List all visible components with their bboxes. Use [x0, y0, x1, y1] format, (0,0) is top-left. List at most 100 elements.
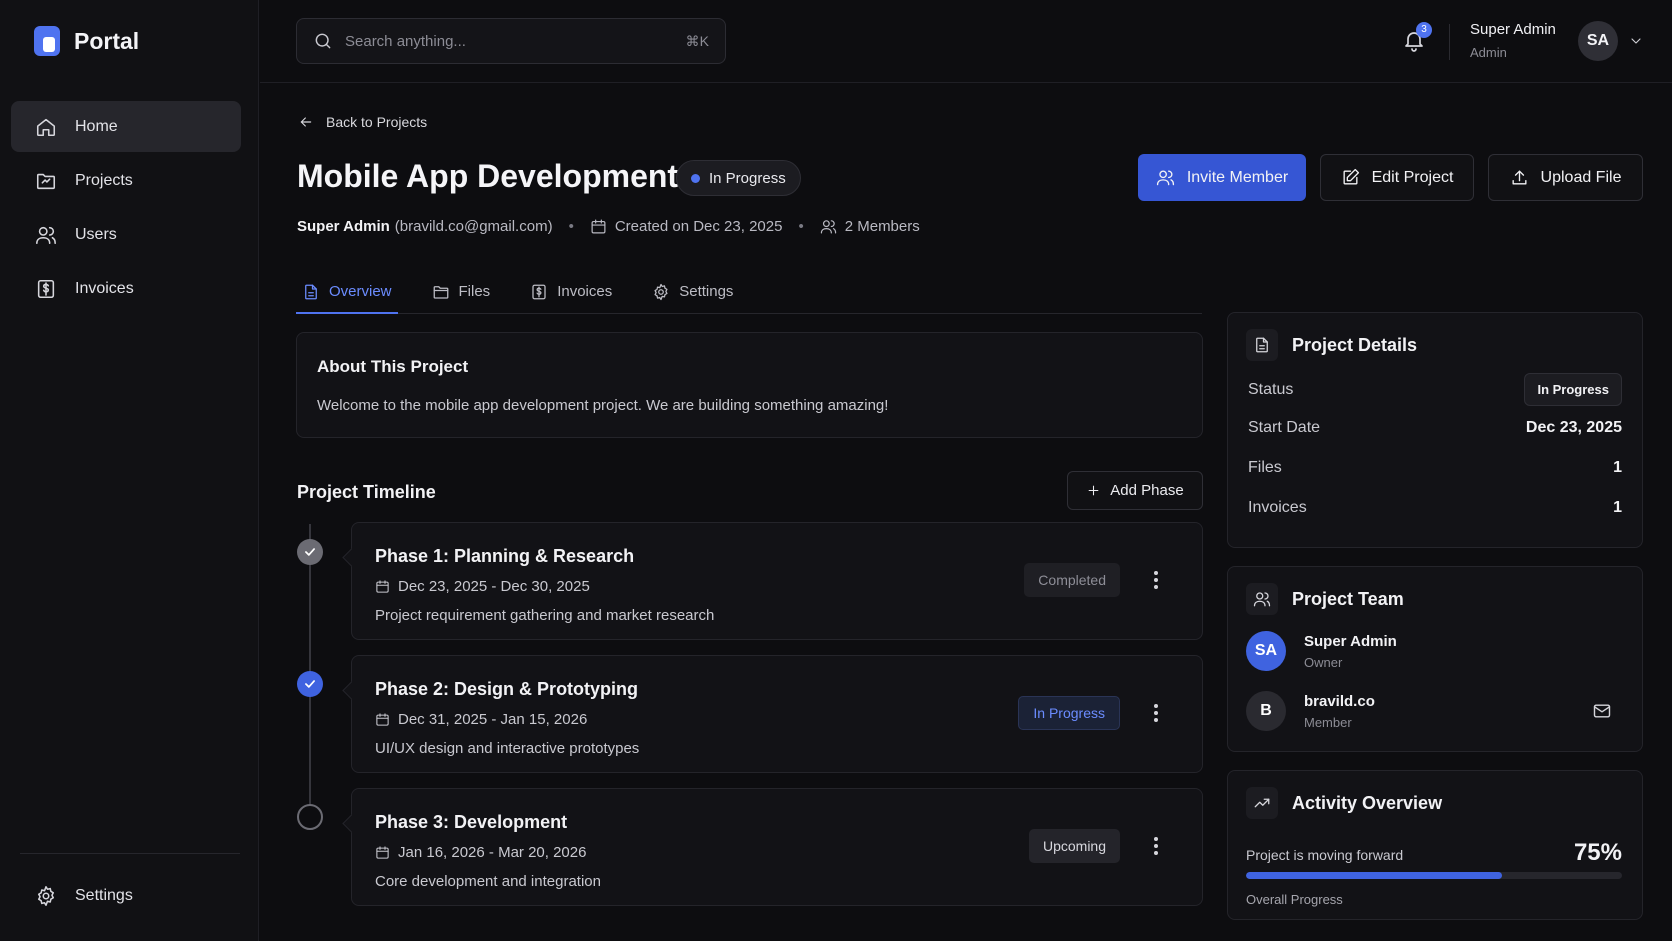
- tab-settings[interactable]: Settings: [646, 270, 739, 313]
- back-to-projects-link[interactable]: Back to Projects: [298, 114, 427, 130]
- plus-icon: [1086, 483, 1101, 498]
- sidebar-item-projects[interactable]: Projects: [11, 155, 241, 206]
- user-role: Admin: [1470, 45, 1507, 60]
- search-input[interactable]: [345, 32, 674, 50]
- member-info: bravild.co Member: [1304, 693, 1375, 730]
- search-box[interactable]: ⌘K: [296, 18, 726, 64]
- tab-invoices[interactable]: Invoices: [524, 270, 618, 313]
- about-title: About This Project: [317, 357, 469, 376]
- sidebar-item-users[interactable]: Users: [11, 209, 241, 260]
- sidebar-item-label: Projects: [75, 171, 133, 189]
- phase-date-range: Jan 16, 2026 - Mar 20, 2026: [398, 844, 587, 861]
- panel-title: Project Details: [1292, 334, 1418, 355]
- edit-icon: [1341, 168, 1360, 187]
- mail-icon[interactable]: [1592, 701, 1612, 721]
- activity-label: Project is moving forward: [1246, 847, 1404, 863]
- gear-icon: [652, 283, 670, 301]
- detail-key: Start Date: [1248, 419, 1321, 436]
- timeline-title: Project Timeline: [297, 482, 436, 502]
- phase-card[interactable]: Phase 3: Development Jan 16, 2026 - Mar …: [351, 788, 1203, 906]
- project-tabs: Overview Files Invoices Settings: [296, 270, 1202, 314]
- tab-overview[interactable]: Overview: [296, 270, 398, 314]
- edit-label: Edit Project: [1371, 168, 1454, 186]
- tab-label: Files: [458, 283, 491, 300]
- users-icon: [1253, 590, 1271, 608]
- sidebar-settings: Settings: [11, 870, 241, 924]
- timeline-line: [309, 524, 311, 816]
- member-name: Super Admin: [1304, 632, 1397, 650]
- folder-icon: [35, 170, 57, 192]
- about-card: About This Project Welcome to the mobile…: [296, 332, 1203, 438]
- detail-row-start-date: Start Date Dec 23, 2025: [1248, 419, 1622, 437]
- sidebar-item-home[interactable]: Home: [11, 101, 241, 152]
- notifications-button[interactable]: 3: [1402, 22, 1432, 52]
- user-name: Super Admin: [1470, 21, 1556, 38]
- project-details-card: Project Details Status In Progress Start…: [1227, 312, 1643, 548]
- chevron-down-icon[interactable]: [1628, 33, 1644, 49]
- tab-files[interactable]: Files: [426, 270, 497, 313]
- upload-label: Upload File: [1540, 168, 1622, 186]
- panel-header: Project Details: [1246, 329, 1417, 361]
- sidebar-item-settings[interactable]: Settings: [11, 870, 241, 921]
- search-shortcut: ⌘K: [685, 32, 709, 49]
- detail-row-status: Status In Progress: [1248, 373, 1622, 406]
- detail-value: Dec 23, 2025: [1525, 419, 1622, 436]
- tab-label: Invoices: [557, 283, 613, 300]
- page-title: Mobile App Development: [297, 158, 679, 194]
- team-member[interactable]: SA Super Admin Owner: [1246, 631, 1622, 671]
- phase-description: UI/UX design and interactive prototypes: [375, 740, 640, 757]
- avatar[interactable]: SA: [1578, 21, 1618, 61]
- sidebar-item-invoices[interactable]: Invoices: [11, 263, 241, 314]
- more-vertical-icon[interactable]: [1146, 569, 1166, 591]
- brand[interactable]: Portal: [34, 26, 139, 56]
- more-vertical-icon[interactable]: [1146, 702, 1166, 724]
- meta-separator: •: [798, 218, 804, 235]
- phase-title: Phase 2: Design & Prototyping: [375, 679, 639, 699]
- phase-dates: Jan 16, 2026 - Mar 20, 2026: [375, 844, 586, 861]
- detail-key: Files: [1248, 459, 1282, 476]
- team-member[interactable]: B bravild.co Member: [1246, 691, 1622, 731]
- progress-bar: [1246, 872, 1622, 879]
- phase-card[interactable]: Phase 1: Planning & Research Dec 23, 202…: [351, 522, 1203, 640]
- gear-icon: [35, 885, 57, 907]
- phase-status-badge: In Progress: [1018, 696, 1120, 730]
- status-dot-icon: [691, 173, 700, 183]
- owner-email: (bravild.co@gmail.com): [394, 218, 553, 235]
- detail-value: 1: [1613, 499, 1622, 516]
- add-phase-button[interactable]: Add Phase: [1067, 471, 1203, 510]
- calendar-icon: [375, 712, 390, 727]
- created-date: Created on Dec 23, 2025: [590, 218, 782, 235]
- phase-dates: Dec 31, 2025 - Jan 15, 2026: [375, 711, 587, 728]
- upload-icon: [1510, 168, 1529, 187]
- member-count: 2 Members: [820, 218, 920, 235]
- phase-card[interactable]: Phase 2: Design & Prototyping Dec 31, 20…: [351, 655, 1203, 773]
- trending-up-icon: [1253, 794, 1271, 812]
- brand-name: Portal: [74, 27, 140, 54]
- phase-title: Phase 3: Development: [375, 812, 568, 832]
- activity-overview-card: Activity Overview Project is moving forw…: [1227, 770, 1643, 920]
- more-vertical-icon[interactable]: [1146, 835, 1166, 857]
- detail-row-files: Files 1: [1248, 459, 1622, 477]
- member-role: Owner: [1304, 654, 1343, 670]
- status-text: In Progress: [709, 169, 786, 187]
- detail-status-chip: In Progress: [1524, 373, 1622, 406]
- calendar-icon: [590, 218, 607, 235]
- edit-project-button[interactable]: Edit Project: [1320, 154, 1474, 201]
- sidebar-item-label: Settings: [75, 886, 133, 904]
- topbar: ⌘K 3 Super Admin Admin SA: [260, 0, 1672, 83]
- user-plus-icon: [1156, 168, 1175, 187]
- detail-key: Status: [1248, 380, 1294, 398]
- project-meta: Super Admin (bravild.co@gmail.com) • Cre…: [297, 218, 920, 235]
- portal-logo-icon: [34, 26, 60, 56]
- invite-member-button[interactable]: Invite Member: [1138, 154, 1306, 201]
- document-icon: [1253, 336, 1271, 354]
- timeline-node-active: [297, 671, 323, 697]
- phase-dates: Dec 23, 2025 - Dec 30, 2025: [375, 578, 590, 595]
- members-text: 2 Members: [844, 218, 920, 235]
- member-role: Member: [1304, 714, 1352, 730]
- upload-file-button[interactable]: Upload File: [1488, 154, 1643, 201]
- tab-label: Overview: [329, 283, 392, 300]
- calendar-icon: [375, 845, 390, 860]
- invoice-icon: [530, 283, 548, 301]
- avatar: SA: [1246, 631, 1286, 671]
